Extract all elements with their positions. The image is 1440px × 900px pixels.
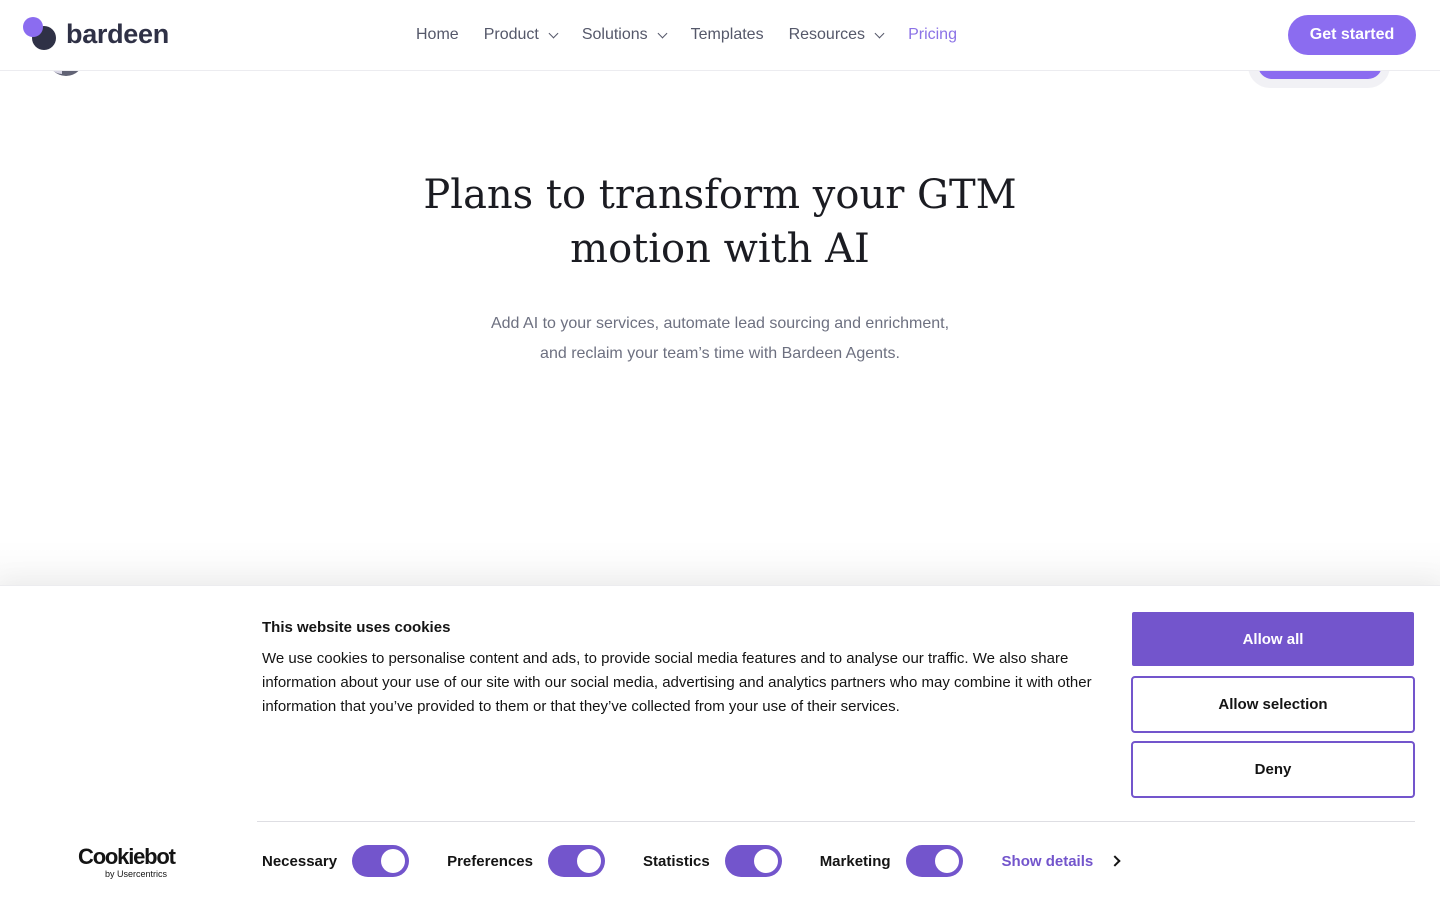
brand-logo[interactable]: bardeen xyxy=(23,17,169,51)
toggle-knob xyxy=(934,849,959,873)
cookie-divider xyxy=(257,821,1415,822)
toggle-group-statistics: Statistics xyxy=(643,845,782,877)
nav-resources[interactable]: Resources xyxy=(788,26,885,44)
toggle-knob xyxy=(381,849,406,873)
nav-home[interactable]: Home xyxy=(416,26,459,44)
allow-selection-button[interactable]: Allow selection xyxy=(1131,676,1415,733)
nav-home-label: Home xyxy=(416,26,459,43)
cookiebot-logo-text: Cookiebot xyxy=(78,844,176,869)
toggle-knob xyxy=(576,849,601,873)
toggle-group-marketing: Marketing xyxy=(820,845,963,877)
toggle-marketing[interactable] xyxy=(905,845,963,877)
toggle-preferences-label: Preferences xyxy=(447,852,533,870)
page-subtitle-line-2: and reclaim your team’s time with Bardee… xyxy=(540,345,900,362)
site-header: bardeen Home Product Solutions Templates… xyxy=(0,0,1440,71)
toggle-group-necessary: Necessary xyxy=(262,845,410,877)
toggle-necessary[interactable] xyxy=(352,845,410,877)
page-title-line-1: Plans to transform your GTM xyxy=(423,172,1017,218)
main-nav: Home Product Solutions Templates Resourc… xyxy=(416,24,982,46)
nav-templates-label: Templates xyxy=(690,26,764,43)
consent-toggles: Necessary Preferences Statistics Marketi… xyxy=(262,845,1121,877)
deny-button[interactable]: Deny xyxy=(1131,741,1415,798)
chevron-right-icon xyxy=(1109,855,1121,867)
chevron-down-icon xyxy=(874,28,885,38)
get-started-button[interactable]: Get started xyxy=(1288,15,1416,55)
page-subtitle: Add AI to your services, automate lead s… xyxy=(440,309,1000,369)
show-details-link[interactable]: Show details xyxy=(1001,852,1121,870)
toggle-statistics[interactable] xyxy=(724,845,782,877)
show-details-label: Show details xyxy=(1001,852,1094,870)
cookiebot-logo-subtext: by Usercentrics xyxy=(105,869,168,879)
nav-solutions[interactable]: Solutions xyxy=(581,26,668,44)
toggle-marketing-label: Marketing xyxy=(819,852,891,870)
nav-product[interactable]: Product xyxy=(483,26,559,44)
toggle-knob xyxy=(753,849,778,873)
cookie-banner-text: We use cookies to personalise content an… xyxy=(262,650,1092,715)
bardeen-logo-icon xyxy=(23,17,57,51)
page-subtitle-line-1: Add AI to your services, automate lead s… xyxy=(490,315,950,332)
cookie-banner-title: This website uses cookies xyxy=(262,619,451,636)
nav-pricing-label: Pricing xyxy=(908,26,957,43)
cookie-banner: This website uses cookies We use cookies… xyxy=(0,585,1440,900)
chevron-down-icon xyxy=(548,28,559,38)
nav-solutions-label: Solutions xyxy=(581,26,648,43)
nav-product-label: Product xyxy=(483,26,539,43)
toggle-necessary-label: Necessary xyxy=(262,852,338,870)
toggle-group-preferences: Preferences xyxy=(447,845,605,877)
cookiebot-logo[interactable]: Cookiebot by Usercentrics xyxy=(78,844,176,880)
nav-templates[interactable]: Templates xyxy=(691,26,764,44)
nav-resources-label: Resources xyxy=(788,26,866,43)
page-title: Plans to transform your GTM motion with … xyxy=(380,168,1060,276)
allow-all-button[interactable]: Allow all xyxy=(1132,612,1414,666)
page-title-line-2: motion with AI xyxy=(570,226,870,272)
toggle-statistics-label: Statistics xyxy=(642,852,710,870)
brand-name: bardeen xyxy=(66,18,169,49)
nav-pricing[interactable]: Pricing xyxy=(908,26,957,44)
cookie-banner-shadow xyxy=(0,540,1440,590)
toggle-preferences[interactable] xyxy=(547,845,605,877)
chevron-down-icon xyxy=(657,28,668,38)
